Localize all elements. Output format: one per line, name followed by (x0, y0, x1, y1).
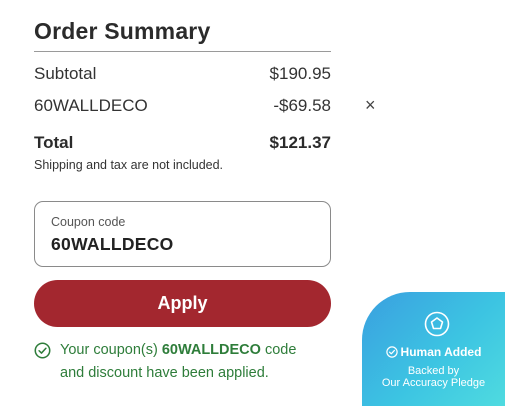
apply-button[interactable]: Apply (34, 280, 331, 327)
check-circle-icon (34, 342, 51, 359)
human-added-badge[interactable]: Human Added Backed by Our Accuracy Pledg… (362, 292, 505, 406)
success-coupon-code: 60WALLDECO (161, 342, 261, 358)
shipping-note: Shipping and tax are not included. (34, 158, 224, 172)
remove-coupon-close-icon[interactable]: × (365, 95, 376, 115)
coupon-success-message: Your coupon(s) 60WALLDECO code and disco… (34, 339, 334, 385)
badge-title-text: Human Added (400, 345, 482, 359)
badge-subtitle: Backed by Our Accuracy Pledge (362, 365, 505, 389)
coupon-input[interactable] (51, 234, 321, 255)
discount-code-label: 60WALLDECO (34, 96, 148, 115)
badge-title: Human Added (362, 345, 505, 359)
success-line-2: and discount have been applied. (60, 365, 269, 381)
subtotal-label: Subtotal (34, 64, 97, 83)
success-line-1: Your coupon(s) 60WALLDECO code (34, 339, 334, 362)
badge-subtitle-line-2: Our Accuracy Pledge (381, 377, 486, 389)
coupon-field-label: Coupon code (51, 215, 126, 229)
subtotal-value: $190.95 (269, 64, 331, 83)
total-label: Total (34, 133, 74, 152)
success-suffix: code (260, 342, 297, 358)
discount-value: -$69.58 (273, 96, 331, 115)
badge-subtitle-line-1: Backed by (407, 365, 460, 377)
success-prefix: Your coupon(s) (60, 342, 162, 358)
total-value: $121.37 (269, 133, 331, 152)
coupon-field[interactable]: Coupon code (34, 201, 331, 267)
pentagon-icon (424, 311, 450, 337)
order-summary-title: Order Summary (34, 18, 211, 44)
check-circle-icon (385, 346, 398, 358)
divider (34, 51, 331, 52)
